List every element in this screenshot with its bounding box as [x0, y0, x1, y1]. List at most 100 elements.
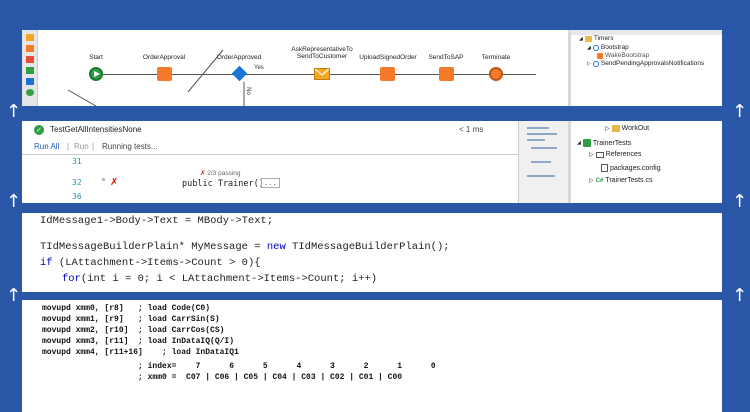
- check-icon: ✓: [34, 125, 44, 135]
- code-text: TIdMessageBuilderPlain();: [285, 241, 450, 253]
- divider: |: [92, 142, 95, 151]
- fail-icon: ✗: [200, 169, 206, 177]
- activity-icon[interactable]: [380, 67, 395, 81]
- node-send-to-sap[interactable]: SendToSAP: [424, 54, 468, 61]
- workflow-canvas[interactable]: Start OrderApproval OrderApproved Yes No…: [38, 30, 568, 106]
- divider: |: [67, 142, 70, 151]
- toolbox-item-icon[interactable]: [26, 78, 34, 85]
- keyword: if: [40, 257, 53, 269]
- tree-item-workout[interactable]: ▷ WorkOut: [605, 125, 649, 132]
- keyword: for: [62, 273, 81, 285]
- tree-label: Bootstrap: [600, 44, 629, 51]
- toolbox[interactable]: [22, 30, 38, 106]
- node-ask-representative[interactable]: AskRepresentativeTo SendToCustomer: [284, 46, 360, 60]
- tree-item-packages[interactable]: packages.config: [601, 164, 661, 172]
- status-text: Running tests...: [102, 142, 158, 151]
- code-text: (LAttachment->Items->Count > 0){: [52, 257, 261, 269]
- tree-item-references[interactable]: ▷ References: [589, 151, 641, 158]
- project-icon: [582, 139, 591, 147]
- code-editor[interactable]: 31 32 36 ⊞ ✗ ✗ 2/3 passing public Traine…: [22, 155, 518, 203]
- asm-code-panel: movupd xmm0, [r8] ; load Code(C0) movupd…: [22, 300, 722, 412]
- expand-icon[interactable]: ⊞: [102, 177, 105, 183]
- tree-item-bootstrap[interactable]: ◢ Bootstrap: [587, 44, 629, 51]
- tree-item-send-pending[interactable]: ▷ SendPendingApprovalsNotifications: [587, 60, 704, 67]
- node-label: SendToSAP: [428, 54, 464, 61]
- toolbox-item-icon[interactable]: [26, 56, 34, 63]
- test-result-popup: ✓ TestGetAllIntensitiesNone < 1 ms Run A…: [22, 121, 518, 155]
- node-label: OrderApproval: [142, 54, 186, 61]
- activity-icon[interactable]: [439, 67, 454, 81]
- tree-item-wake-bootstrap[interactable]: WakeBootstrap: [597, 52, 649, 59]
- code-line: public Trainer(): [182, 179, 264, 189]
- toolbox-item-icon[interactable]: [26, 34, 34, 41]
- solution-explorer: ▷ WorkOut ◢ TrainerTests ▷ References pa…: [568, 121, 722, 203]
- collapse-icon[interactable]: ◢: [577, 140, 581, 146]
- up-arrow-icon: ↑: [732, 285, 748, 306]
- toolbox-item-icon[interactable]: [26, 67, 34, 74]
- workflow-designer-panel: Start OrderApproval OrderApproved Yes No…: [22, 30, 722, 106]
- tree-item-trainer-tests-cs[interactable]: ▷ C# TrainerTests.cs: [589, 177, 653, 184]
- expand-icon[interactable]: ▷: [587, 61, 591, 67]
- code-line: for(int i = 0; i < LAttachment->Items->C…: [62, 273, 377, 285]
- code-line: IdMessage1->Body->Text = MBody->Text;: [40, 215, 274, 227]
- test-duration: < 1 ms: [459, 125, 484, 134]
- collapse-icon[interactable]: ◢: [587, 45, 591, 51]
- activity-icon[interactable]: [157, 67, 172, 81]
- up-arrow-icon: ↑: [732, 101, 748, 122]
- fail-icon[interactable]: ✗: [110, 177, 118, 188]
- timer-icon: [592, 60, 599, 67]
- node-upload-signed-order[interactable]: UploadSignedOrder: [356, 54, 420, 61]
- tree-label: WakeBootstrap: [605, 52, 650, 59]
- start-icon[interactable]: [89, 67, 103, 81]
- terminate-icon[interactable]: [489, 67, 503, 81]
- tree-item-trainer-tests[interactable]: ◢ TrainerTests: [577, 139, 631, 147]
- node-label: UploadSignedOrder: [359, 54, 417, 61]
- codelens[interactable]: ✗ 2/3 passing: [200, 169, 241, 177]
- test-name: TestGetAllIntensitiesNone: [50, 125, 142, 134]
- node-label: SendToCustomer: [296, 53, 348, 60]
- up-arrow-icon: ↑: [732, 191, 748, 212]
- asm-line: movupd xmm0, [r8] ; load Code(C0): [42, 304, 211, 313]
- tree-label: References: [605, 151, 642, 158]
- asm-line: ; xmm0 = C07 | C06 | C05 | C04 | C03 | C…: [42, 373, 403, 382]
- tree-label: Timers: [593, 35, 614, 42]
- toolbox-item-icon[interactable]: [26, 89, 34, 96]
- tree-label: packages.config: [610, 164, 661, 172]
- code-line: TIdMessageBuilderPlain* MyMessage = new …: [40, 241, 450, 253]
- node-terminate[interactable]: Terminate: [474, 54, 518, 61]
- collapse-icon[interactable]: ◢: [579, 36, 583, 42]
- cpp-code-panel: IdMessage1->Body->Text = MBody->Text; TI…: [22, 213, 722, 292]
- email-icon[interactable]: [314, 68, 330, 80]
- codelens-text: 2/3 passing: [207, 170, 241, 177]
- expand-icon[interactable]: ▷: [589, 151, 594, 158]
- no-label: No: [244, 87, 251, 95]
- expand-icon[interactable]: ▷: [589, 177, 594, 184]
- node-start[interactable]: Start: [76, 54, 116, 61]
- test-runner-panel: ✓ TestGetAllIntensitiesNone < 1 ms Run A…: [22, 121, 722, 203]
- keyword: new: [266, 241, 286, 253]
- code-text: (int i = 0; i < LAttachment->Items->Coun…: [80, 273, 378, 285]
- asm-line: ; index= 7 6 5 4 3 2 1 0: [42, 362, 436, 371]
- tree-item-timers[interactable]: ◢ Timers: [579, 35, 613, 42]
- toolbox-item-icon[interactable]: [26, 45, 34, 52]
- tree-label: TrainerTests: [592, 139, 632, 147]
- minimap[interactable]: [518, 121, 568, 203]
- run-all-link[interactable]: Run All: [34, 142, 59, 151]
- asm-line: movupd xmm3, [r11] ; load InDataIQ(Q/I): [42, 337, 235, 346]
- node-order-approved[interactable]: OrderApproved: [210, 54, 268, 61]
- up-arrow-icon: ↑: [6, 101, 22, 122]
- config-file-icon: [601, 164, 608, 172]
- node-label: AskRepresentativeTo: [291, 46, 353, 53]
- asm-line: movupd xmm1, [r9] ; load CarrSin(S): [42, 315, 220, 324]
- yes-label: Yes: [254, 65, 264, 71]
- expand-icon[interactable]: ▷: [605, 125, 610, 132]
- collapsed-block[interactable]: ...: [261, 178, 280, 188]
- run-link[interactable]: Run: [74, 142, 89, 151]
- code-line: if (LAttachment->Items->Count > 0){: [40, 257, 261, 269]
- folder-icon: [584, 35, 592, 42]
- references-icon: [595, 151, 604, 158]
- node-order-approval[interactable]: OrderApproval: [134, 54, 194, 61]
- csharp-file-icon: C#: [595, 177, 604, 184]
- connector-lines: [67, 49, 245, 106]
- asm-line: movupd xmm4, [r11+16] ; load InDataIQ1: [42, 348, 239, 357]
